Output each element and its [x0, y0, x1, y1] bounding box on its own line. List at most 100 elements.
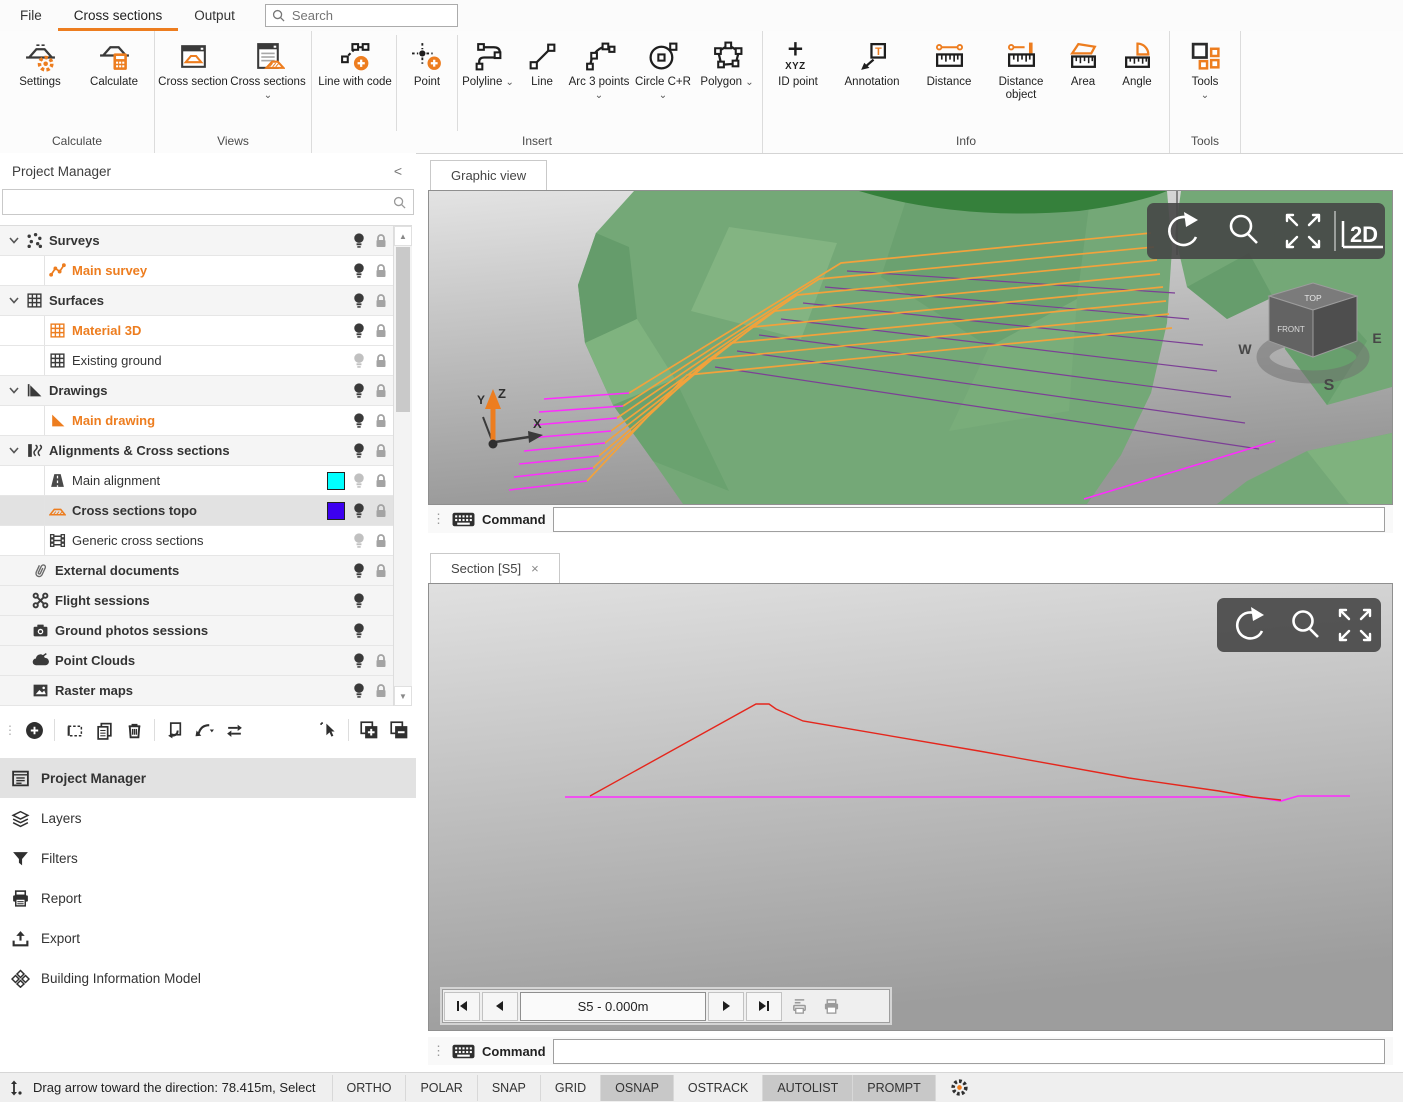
nav-item-filters[interactable]: Filters	[0, 838, 416, 878]
layer-color-swatch[interactable]	[327, 502, 345, 520]
next-section-button[interactable]	[708, 992, 744, 1021]
copy-button[interactable]	[91, 717, 118, 743]
expander-chevron-icon[interactable]	[6, 237, 22, 244]
lock-icon[interactable]	[374, 473, 388, 489]
id-point-button[interactable]: XYZ ID point	[766, 34, 830, 132]
toggle-osnap[interactable]: OSNAP	[600, 1075, 673, 1101]
distance-button[interactable]: Distance	[914, 34, 984, 132]
lock-icon[interactable]	[374, 653, 388, 669]
expand-all-button[interactable]	[355, 717, 382, 743]
tree-row-main-survey[interactable]: Main survey	[0, 256, 393, 286]
tree-row-raster-maps[interactable]: Raster maps	[0, 676, 393, 706]
search-input[interactable]	[290, 7, 451, 24]
recompute-button[interactable]	[221, 717, 248, 743]
toolbar-grip[interactable]: ⋮	[4, 723, 16, 737]
reimport-button[interactable]	[161, 717, 188, 743]
tab-cross-sections[interactable]: Cross sections	[58, 0, 179, 31]
tree-row-main-alignment[interactable]: Main alignment	[0, 466, 393, 496]
polyline-button[interactable]: Polyline ⌄	[459, 34, 517, 132]
ribbon-search-box[interactable]	[265, 4, 458, 27]
visibility-bulb-icon[interactable]	[352, 442, 366, 459]
visibility-bulb-icon[interactable]	[352, 382, 366, 399]
2d-view-icon[interactable]: 2D	[1343, 221, 1383, 247]
nav-item-layers[interactable]: Layers	[0, 798, 416, 838]
tree-row-flight-sessions[interactable]: Flight sessions	[0, 586, 393, 616]
tree-scrollbar[interactable]: ▲ ▼	[393, 226, 412, 706]
graphic-3d-viewport[interactable]: Z Y X TOP FRONT W E S	[428, 190, 1393, 505]
circle-cr-button[interactable]: Circle C+R ⌄	[631, 34, 695, 132]
toggle-polar[interactable]: POLAR	[405, 1075, 476, 1101]
lock-icon[interactable]	[374, 293, 388, 309]
visibility-bulb-icon[interactable]	[352, 502, 366, 519]
lock-icon[interactable]	[374, 683, 388, 699]
layer-color-swatch[interactable]	[327, 472, 345, 490]
tree-search-box[interactable]	[2, 189, 414, 215]
line-with-code-button[interactable]: Line with code	[315, 34, 395, 132]
lock-icon[interactable]	[374, 533, 388, 549]
expander-chevron-icon[interactable]	[6, 447, 22, 454]
section-viewport[interactable]: S5 - 0.000m	[428, 583, 1393, 1031]
toggle-ostrack[interactable]: OSTRACK	[673, 1075, 762, 1101]
lock-icon[interactable]	[374, 323, 388, 339]
scroll-down-button[interactable]: ▼	[394, 686, 412, 706]
drag-grip-icon[interactable]: ⋮	[432, 511, 445, 527]
scroll-up-button[interactable]: ▲	[394, 226, 412, 246]
tree-row-main-drawing[interactable]: Main drawing	[0, 406, 393, 436]
scrollbar-thumb[interactable]	[396, 247, 410, 412]
last-section-button[interactable]	[746, 992, 782, 1021]
status-settings-button[interactable]	[950, 1078, 969, 1097]
first-section-button[interactable]	[444, 992, 480, 1021]
collapse-panel-button[interactable]: <	[394, 163, 402, 179]
visibility-bulb-icon[interactable]	[352, 622, 366, 639]
visibility-bulb-off-icon[interactable]	[352, 532, 366, 549]
toggle-grid[interactable]: GRID	[540, 1075, 600, 1101]
tree-row-external-documents[interactable]: External documents	[0, 556, 393, 586]
tree-row-existing-ground[interactable]: Existing ground	[0, 346, 393, 376]
graphic-3d-canvas[interactable]: Z Y X TOP FRONT W E S	[429, 191, 1392, 504]
command-input-graphic[interactable]	[553, 507, 1385, 532]
tree-row-surfaces[interactable]: Surfaces	[0, 286, 393, 316]
distance-object-button[interactable]: Distance object	[984, 34, 1058, 132]
toggle-snap[interactable]: SNAP	[477, 1075, 540, 1101]
polygon-button[interactable]: Polygon ⌄	[695, 34, 759, 132]
cross-section-view-button[interactable]: Cross section	[158, 34, 228, 132]
expander-chevron-icon[interactable]	[6, 387, 22, 394]
close-icon[interactable]: ×	[531, 561, 539, 576]
tab-section-s5[interactable]: Section [S5] ×	[430, 553, 560, 583]
annotation-button[interactable]: T Annotation	[830, 34, 914, 132]
toggle-autolist[interactable]: AUTOLIST	[762, 1075, 852, 1101]
visibility-bulb-icon[interactable]	[352, 292, 366, 309]
area-button[interactable]: Area	[1058, 34, 1108, 132]
angle-button[interactable]: Angle	[1108, 34, 1166, 132]
select-items-button[interactable]	[61, 717, 88, 743]
calculate-button[interactable]: Calculate	[77, 34, 151, 132]
point-button[interactable]: Point	[398, 34, 456, 132]
page-setup-button[interactable]	[784, 992, 814, 1021]
visibility-bulb-off-icon[interactable]	[352, 472, 366, 489]
lock-icon[interactable]	[374, 263, 388, 279]
tree-row-surveys[interactable]: Surveys	[0, 226, 393, 256]
visibility-bulb-icon[interactable]	[352, 592, 366, 609]
send-to-button[interactable]	[191, 717, 218, 743]
add-item-button[interactable]	[21, 717, 48, 743]
pick-in-graphics-button[interactable]	[315, 717, 342, 743]
tab-file[interactable]: File	[4, 0, 58, 31]
tree-row-drawings[interactable]: Drawings	[0, 376, 393, 406]
lock-icon[interactable]	[374, 413, 388, 429]
tree-row-cross-sections-topo[interactable]: Cross sections topo	[0, 496, 393, 526]
view-nav-toolbar[interactable]: 2D	[1147, 203, 1385, 259]
line-button[interactable]: Line	[517, 34, 567, 132]
lock-icon[interactable]	[374, 233, 388, 249]
lock-icon[interactable]	[374, 353, 388, 369]
tree-search-input[interactable]	[10, 194, 393, 211]
cross-sections-view-button[interactable]: Cross sections ⌄	[228, 34, 308, 132]
lock-icon[interactable]	[374, 383, 388, 399]
print-button[interactable]	[816, 992, 846, 1021]
tree-row-alignments[interactable]: Alignments & Cross sections	[0, 436, 393, 466]
delete-button[interactable]	[121, 717, 148, 743]
collapse-all-button[interactable]	[385, 717, 412, 743]
drag-grip-icon[interactable]: ⋮	[432, 1043, 445, 1059]
nav-item-bim[interactable]: Building Information Model	[0, 958, 416, 998]
arc-3-points-button[interactable]: Arc 3 points ⌄	[567, 34, 631, 132]
toggle-prompt[interactable]: PROMPT	[852, 1075, 935, 1101]
